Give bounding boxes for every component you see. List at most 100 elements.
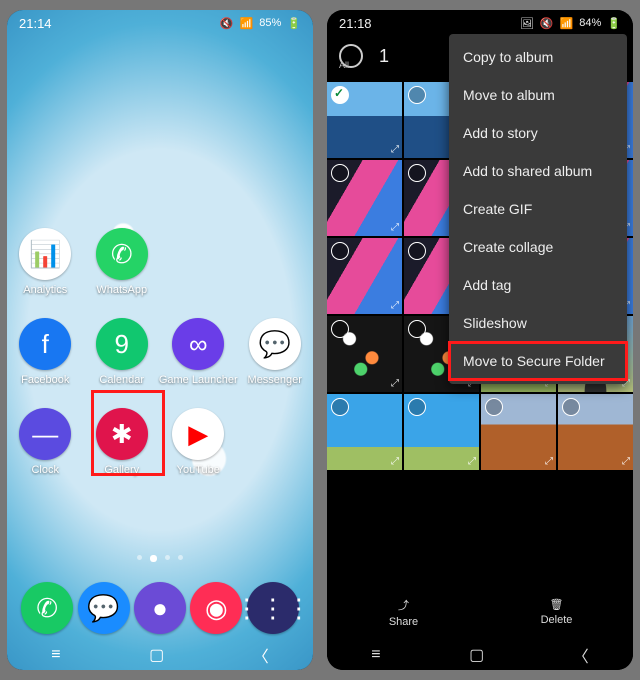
expand-icon: ⤢ xyxy=(391,456,399,467)
page-dot[interactable] xyxy=(165,555,170,560)
trash-icon: 🗑 xyxy=(550,598,564,611)
nav-bar: ≡ ▢ 〈 xyxy=(327,640,633,670)
selection-circle[interactable] xyxy=(562,398,580,416)
battery-icon: 🔋 xyxy=(287,17,301,30)
app-glyph-icon: 9 xyxy=(115,329,129,360)
photo-thumbnail[interactable]: ⤢ xyxy=(327,160,402,236)
app-facebook[interactable]: f Facebook xyxy=(13,318,77,386)
selection-circle[interactable] xyxy=(331,320,349,338)
app-label: Facebook xyxy=(21,374,69,386)
app-calendar[interactable]: 9Calendar xyxy=(90,318,154,386)
status-bar: 21:18 🖼 🔇 📶 84% 🔋 xyxy=(327,10,633,36)
photo-thumbnail[interactable] xyxy=(558,472,633,548)
status-time: 21:14 xyxy=(19,16,52,31)
status-icons: 🔇 📶 85% 🔋 xyxy=(220,17,301,30)
dock-glyph-icon: ✆ xyxy=(36,593,58,624)
menu-item-slideshow[interactable]: Slideshow xyxy=(449,304,627,342)
app-analytics[interactable]: 📊 Analytics xyxy=(13,228,77,296)
selection-circle[interactable] xyxy=(408,86,426,104)
menu-item-create-gif[interactable]: Create GIF xyxy=(449,190,627,228)
photo-thumbnail[interactable] xyxy=(327,472,402,548)
photo-thumbnail[interactable]: ⤢ xyxy=(558,394,633,470)
selection-circle[interactable] xyxy=(331,398,349,416)
dock-app[interactable]: ✆ xyxy=(21,582,73,634)
app-glyph-icon: 📊 xyxy=(29,239,61,270)
delete-button[interactable]: 🗑 Delete xyxy=(480,584,633,640)
page-dot[interactable] xyxy=(178,555,183,560)
status-icons: 🖼 🔇 📶 84% 🔋 xyxy=(520,17,621,30)
dock: ✆💬●◉⋮⋮⋮ xyxy=(7,582,313,634)
menu-item-move-to-secure-folder[interactable]: Move to Secure Folder xyxy=(449,342,627,380)
app-clock[interactable]: — Clock xyxy=(13,408,77,476)
photo-thumbnail[interactable]: ⤢ xyxy=(327,82,402,158)
selection-circle[interactable] xyxy=(408,164,426,182)
menu-item-copy-to-album[interactable]: Copy to album xyxy=(449,38,627,76)
app-youtube[interactable]: ▶ YouTube xyxy=(166,408,230,476)
app-icon: f xyxy=(19,318,71,370)
expand-icon: ⤢ xyxy=(545,456,553,467)
photo-thumbnail[interactable]: ⤢ xyxy=(404,394,479,470)
app-icon: ✆ xyxy=(96,228,148,280)
back-button[interactable]: 〈 xyxy=(253,643,269,667)
app-glyph-icon: ∞ xyxy=(189,329,208,360)
app-whatsapp[interactable]: ✆ WhatsApp xyxy=(90,228,154,296)
app-messenger[interactable]: 💬 Messenger xyxy=(243,318,307,386)
photo-thumbnail[interactable] xyxy=(404,472,479,548)
dock-glyph-icon: ● xyxy=(152,593,168,624)
share-button[interactable]: ⤴ Share xyxy=(327,584,480,640)
home-button[interactable]: ▢ xyxy=(149,645,164,665)
selection-circle[interactable] xyxy=(408,242,426,260)
photo-thumbnail[interactable]: ⤢ xyxy=(327,316,402,392)
menu-item-move-to-album[interactable]: Move to album xyxy=(449,76,627,114)
app-glyph-icon: — xyxy=(32,419,58,450)
photo-thumbnail[interactable]: ⤢ xyxy=(481,394,556,470)
dock-app[interactable]: ⋮⋮⋮ xyxy=(247,582,299,634)
back-button[interactable]: 〈 xyxy=(573,643,589,667)
share-label: Share xyxy=(389,616,418,628)
page-dot-active[interactable] xyxy=(150,555,157,562)
photo-thumbnail[interactable]: ⤢ xyxy=(327,238,402,314)
app-glyph-icon: f xyxy=(42,329,49,360)
selection-circle[interactable] xyxy=(331,86,349,104)
page-dot[interactable] xyxy=(137,555,142,560)
app-game-launcher[interactable]: ∞Game Launcher xyxy=(166,318,230,386)
status-bar: 21:14 🔇 📶 85% 🔋 xyxy=(7,10,313,36)
app-icon: 📊 xyxy=(19,228,71,280)
menu-item-add-to-story[interactable]: Add to story xyxy=(449,114,627,152)
recents-button[interactable]: ≡ xyxy=(371,646,380,664)
app-icon: — xyxy=(19,408,71,460)
app-label: Analytics xyxy=(23,284,67,296)
app-label: YouTube xyxy=(177,464,220,476)
home-button[interactable]: ▢ xyxy=(469,645,484,665)
expand-icon: ⤢ xyxy=(391,144,399,155)
dock-app[interactable]: ● xyxy=(134,582,186,634)
app-glyph-icon: ✆ xyxy=(111,239,133,270)
recents-button[interactable]: ≡ xyxy=(51,646,60,664)
app-label: Gallery xyxy=(104,464,139,476)
photo-thumbnail[interactable] xyxy=(481,472,556,548)
selection-circle[interactable] xyxy=(408,398,426,416)
menu-item-add-tag[interactable]: Add tag xyxy=(449,266,627,304)
selection-circle[interactable] xyxy=(408,320,426,338)
selection-circle[interactable] xyxy=(331,164,349,182)
status-time: 21:18 xyxy=(339,16,372,31)
selection-circle[interactable] xyxy=(485,398,503,416)
app-gallery[interactable]: ✱ Gallery xyxy=(90,408,154,476)
page-indicator[interactable] xyxy=(7,555,313,562)
app-label: WhatsApp xyxy=(96,284,147,296)
battery-text: 85% xyxy=(259,17,281,29)
app-label: Game Launcher xyxy=(159,374,238,386)
app-grid: 📊Analytics✆WhatsAppfFacebook9Calendar∞Ga… xyxy=(7,228,313,476)
app-icon: ✱ xyxy=(96,408,148,460)
phone-home-screen: 21:14 🔇 📶 85% 🔋 📊 Analytics ✆ WhatsApp f Face… xyxy=(7,10,313,670)
app-icon: 💬 xyxy=(249,318,301,370)
app-label: Clock xyxy=(31,464,59,476)
dock-app[interactable]: 💬 xyxy=(78,582,130,634)
selection-circle[interactable] xyxy=(331,242,349,260)
app-label: Messenger xyxy=(248,374,302,386)
app-icon: ▶ xyxy=(172,408,224,460)
menu-item-add-to-shared-album[interactable]: Add to shared album xyxy=(449,152,627,190)
expand-icon: ⤢ xyxy=(391,300,399,311)
photo-thumbnail[interactable]: ⤢ xyxy=(327,394,402,470)
menu-item-create-collage[interactable]: Create collage xyxy=(449,228,627,266)
